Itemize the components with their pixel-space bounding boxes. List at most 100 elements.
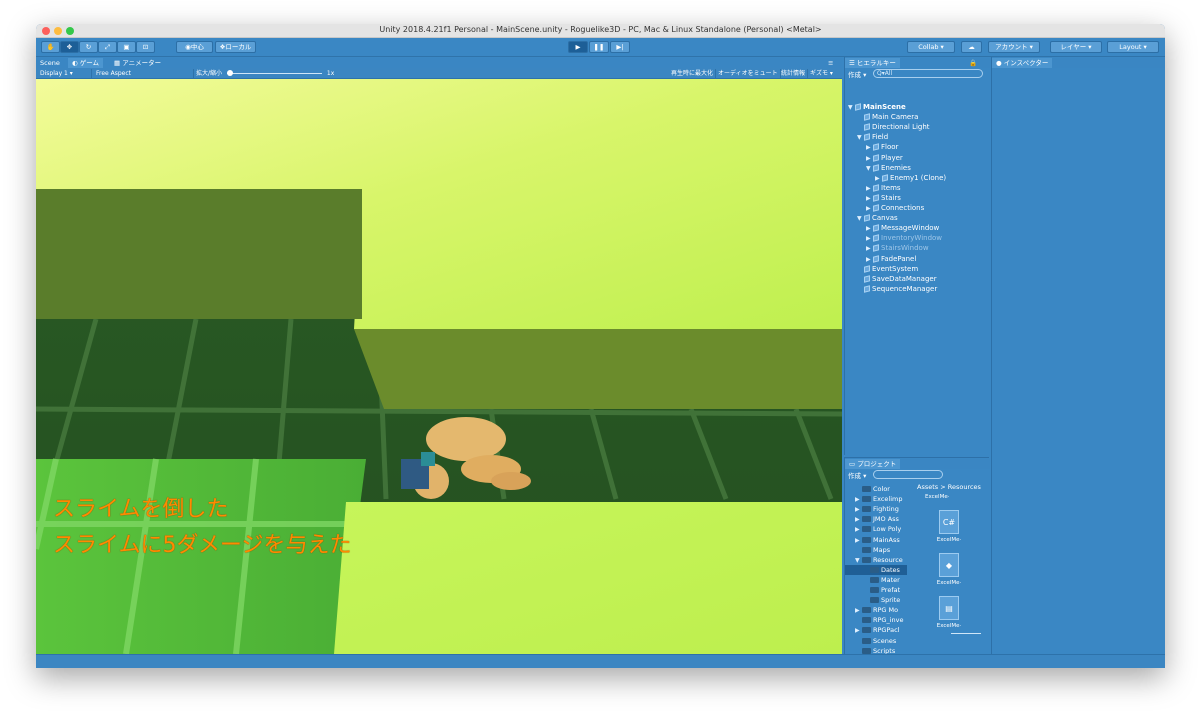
aspect-dropdown[interactable]: Free Aspect (94, 69, 194, 78)
expand-down-icon[interactable]: ▼ (857, 133, 864, 143)
project-folder-label: Prefat (881, 586, 901, 594)
expand-down-icon[interactable]: ▼ (848, 103, 855, 113)
project-folder-item[interactable]: ▶ Fighting (855, 504, 907, 514)
tab-inspector[interactable]: ● インスペクター (992, 58, 1053, 68)
cloud-button[interactable]: ☁ (961, 41, 982, 53)
game-view[interactable]: スライムを倒した スライムに5ダメージを与えた (36, 79, 842, 654)
project-folder-item[interactable]: ▶ RPG Mo (855, 605, 907, 615)
scale-tool-button[interactable]: ⤢ (98, 41, 117, 53)
hierarchy-item[interactable]: ▶ Stairs (866, 193, 901, 203)
hierarchy-item[interactable]: ▶ Floor (866, 142, 898, 152)
transform-tool-button[interactable]: ⊡ (136, 41, 155, 53)
hierarchy-item-label: Enemy1 (Clone) (890, 173, 947, 182)
project-folder-label: RPG_inve (873, 616, 904, 625)
project-folder-item[interactable]: Maps (855, 545, 907, 555)
hierarchy-item[interactable]: ▶ Player (866, 153, 903, 163)
account-dropdown[interactable]: アカウント ▾ (988, 41, 1040, 53)
project-search-input[interactable] (873, 470, 943, 479)
folder-icon: ▭ (849, 460, 856, 468)
panel-menu-icon[interactable]: ≡ (824, 58, 837, 68)
asset-tile[interactable]: ◆ ExcelMe· (929, 553, 969, 593)
project-folder-item[interactable]: ▶ Excelimp (855, 494, 907, 504)
hierarchy-item[interactable]: ▶ FadePanel (866, 254, 916, 264)
project-folder-item[interactable]: Color (855, 484, 907, 494)
space-toggle-button[interactable]: ❖ローカル (215, 41, 256, 53)
breadcrumb-assets[interactable]: Assets (917, 483, 938, 491)
breadcrumb-resources[interactable]: Resources (948, 483, 981, 491)
hierarchy-item[interactable]: ▶ InventoryWindow (866, 233, 942, 243)
asset-tile[interactable]: C# ExcelMe· (929, 510, 969, 550)
hierarchy-item[interactable]: ▼ Enemies (866, 163, 911, 173)
pause-button[interactable]: ❚❚ (589, 41, 609, 53)
tab-hierarchy[interactable]: ☰ ヒエラルキー (845, 58, 900, 68)
project-create-button[interactable]: 作成 ▾ (848, 470, 866, 480)
display-dropdown[interactable]: Display 1 ▾ (38, 69, 92, 78)
hierarchy-create-button[interactable]: 作成 ▾ (848, 69, 866, 79)
pivot-toggle-button[interactable]: ◉中心 (176, 41, 213, 53)
folder-icon (862, 617, 871, 624)
tab-scene[interactable]: Scene (36, 58, 64, 68)
tab-project[interactable]: ▭ プロジェクト (845, 459, 901, 469)
asset-tile[interactable]: ▤ ExcelMe· (929, 596, 969, 636)
icon-size-slider[interactable] (951, 633, 981, 634)
project-folder-item[interactable]: ▶ MainAss (855, 535, 907, 545)
project-folder-item[interactable]: ▶ JMO Ass (855, 514, 907, 524)
hierarchy-item[interactable]: SequenceManager (857, 284, 937, 294)
tab-game[interactable]: ◐ ゲーム (68, 58, 104, 68)
hierarchy-item[interactable]: Directional Light (857, 122, 930, 132)
layers-dropdown[interactable]: レイヤー ▾ (1050, 41, 1102, 53)
scale-slider-thumb[interactable] (226, 70, 233, 76)
hierarchy-item[interactable]: ▶ Items (866, 183, 901, 193)
hierarchy-item[interactable]: ▶ Enemy1 (Clone) (875, 173, 946, 183)
tab-animator[interactable]: ▦ アニメーター (110, 58, 165, 68)
expand-right-icon[interactable]: ▶ (855, 536, 862, 545)
layout-dropdown[interactable]: Layout ▾ (1107, 41, 1159, 53)
expand-right-icon[interactable]: ▶ (855, 525, 862, 534)
hand-icon: ✋ (46, 43, 55, 51)
maximize-on-play-toggle[interactable]: 再生時に最大化 (669, 69, 717, 78)
project-folder-item[interactable]: ▶ RPGPacl (855, 625, 907, 635)
project-folder-item[interactable]: RPG_inve (855, 615, 907, 625)
hierarchy-search-input[interactable]: Q▾All (873, 69, 983, 78)
project-folder-item[interactable]: Dates (845, 564, 907, 575)
expand-right-icon[interactable]: ▶ (855, 606, 862, 615)
hierarchy-item[interactable]: SaveDataManager (857, 274, 937, 284)
stats-toggle[interactable]: 統計情報 (779, 69, 809, 78)
play-button[interactable]: ▶ (568, 41, 588, 53)
hierarchy-item[interactable]: EventSystem (857, 264, 918, 274)
hierarchy-item[interactable]: ▶ MessageWindow (866, 223, 939, 233)
expand-right-icon[interactable]: ▶ (855, 505, 862, 514)
project-folder-item[interactable]: Prefat (863, 585, 907, 595)
play-icon: ▶ (575, 43, 581, 51)
gizmos-dropdown[interactable]: ギズモ ▾ (808, 69, 835, 78)
rotate-tool-button[interactable]: ↻ (79, 41, 98, 53)
hierarchy-item[interactable]: ▶ Connections (866, 203, 924, 213)
hierarchy-item[interactable]: ▼ Canvas (857, 213, 898, 223)
rect-tool-button[interactable]: ▣ (117, 41, 136, 53)
project-folder-item[interactable]: Scenes (855, 636, 907, 646)
project-folder-item[interactable]: Mater (863, 575, 907, 585)
hierarchy-item[interactable]: Main Camera (857, 112, 918, 122)
folder-icon (862, 486, 871, 492)
expand-right-icon[interactable]: ▶ (855, 495, 862, 504)
project-folder-item[interactable]: ▼ Resource (855, 555, 907, 565)
expand-right-icon[interactable]: ▶ (855, 515, 862, 524)
project-folder-item[interactable]: Sprite (863, 595, 907, 605)
hierarchy-item[interactable]: ▼ Field (857, 132, 888, 142)
expand-right-icon[interactable]: ▶ (855, 626, 862, 635)
expand-down-icon[interactable]: ▼ (857, 214, 864, 224)
lock-icon[interactable]: 🔒 (965, 58, 981, 68)
mute-audio-toggle[interactable]: オーディオをミュート (716, 69, 781, 78)
expand-down-icon[interactable]: ▼ (855, 556, 862, 565)
step-button[interactable]: ▶| (610, 41, 630, 53)
move-tool-button[interactable]: ✥ (60, 41, 79, 53)
scale-slider-track[interactable] (226, 70, 322, 76)
status-bar (36, 654, 1165, 668)
hand-tool-button[interactable]: ✋ (41, 41, 60, 53)
scale-slider-group[interactable]: 拡大/縮小 1x (194, 69, 334, 78)
expand-down-icon[interactable]: ▼ (866, 164, 873, 174)
project-folder-item[interactable]: ▶ Low Poly (855, 524, 907, 534)
hierarchy-item[interactable]: ▶ StairsWindow (866, 243, 929, 253)
collab-button[interactable]: Collab ▾ (907, 41, 955, 53)
hierarchy-item[interactable]: ▼ MainScene (848, 102, 906, 112)
